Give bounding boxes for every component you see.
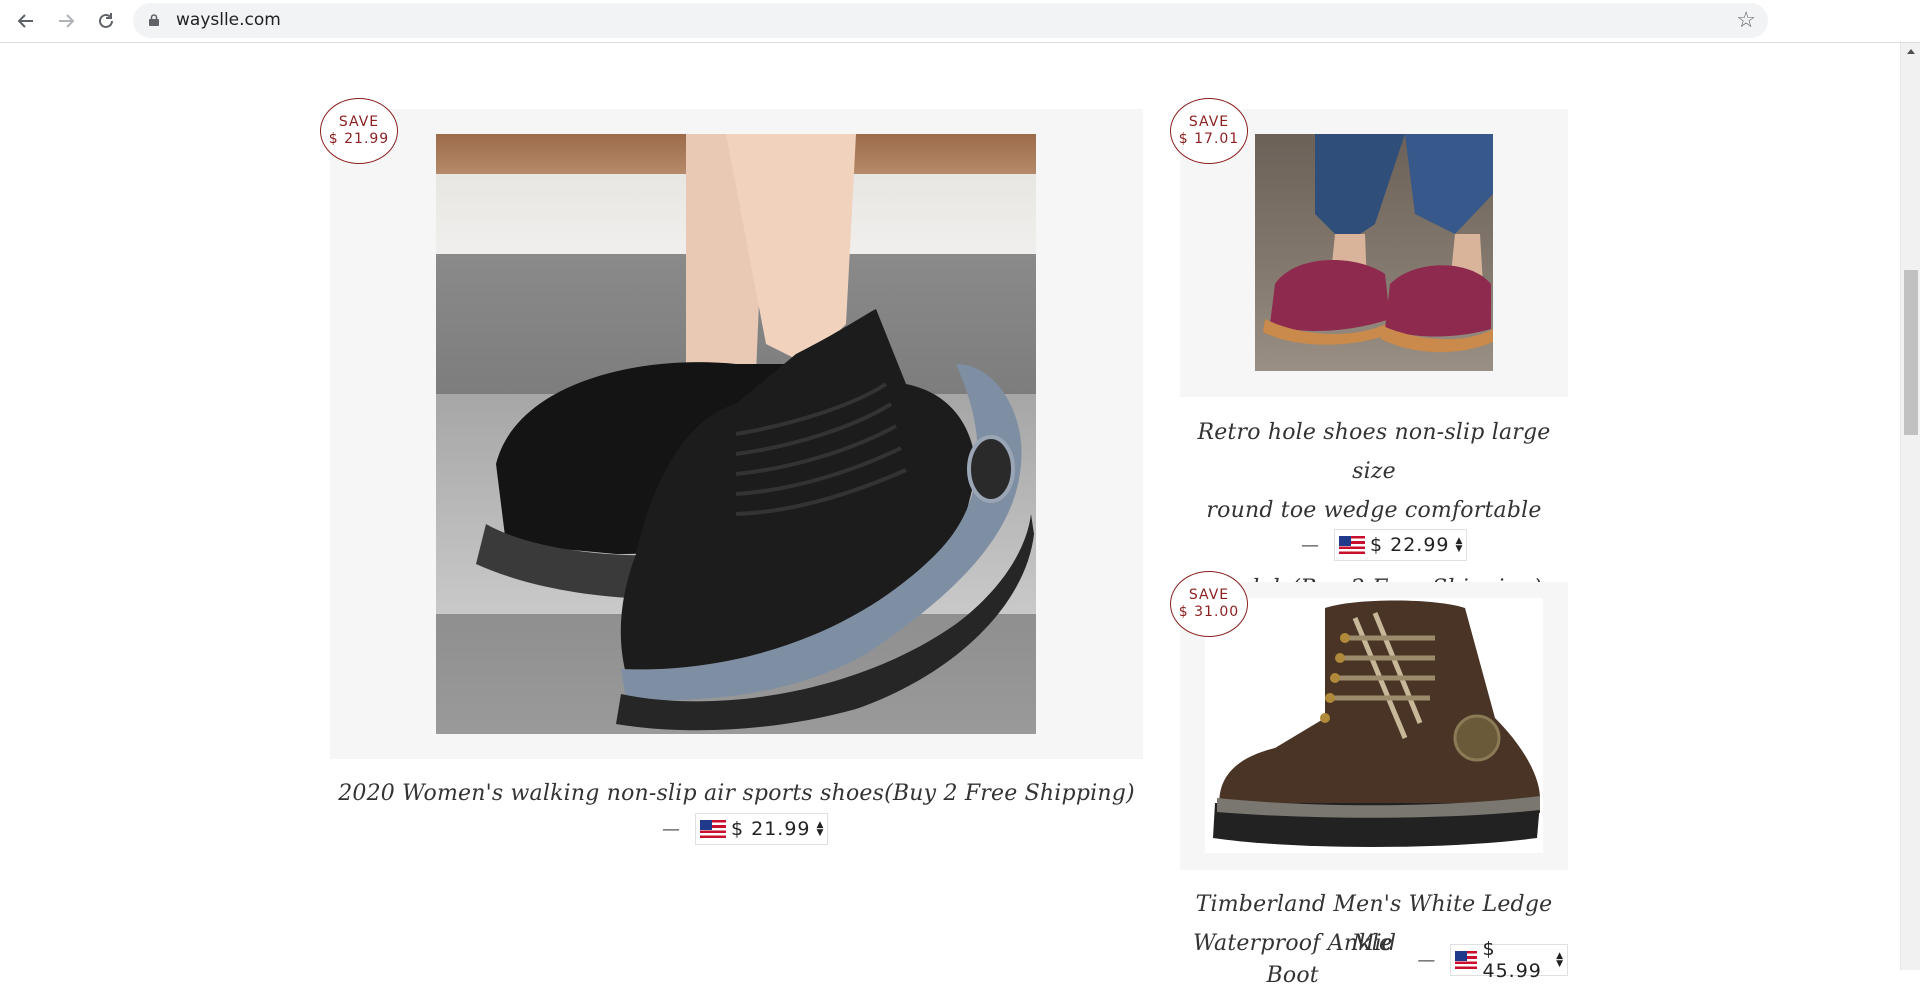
save-badge: SAVE $ 31.00: [1170, 571, 1248, 637]
save-badge-amount: $ 17.01: [1178, 131, 1240, 147]
currency-selector[interactable]: $ 22.99 ▲ ▼: [1334, 529, 1468, 561]
sort-arrows-icon: ▲ ▼: [1455, 536, 1463, 554]
reload-icon: [99, 13, 113, 28]
scroll-up-arrow-icon[interactable]: [1907, 49, 1915, 54]
price-dash: —: [1417, 949, 1436, 971]
sneaker-illustration: [476, 134, 1034, 731]
forward-button[interactable]: [53, 8, 79, 34]
us-flag-icon: [1339, 536, 1365, 554]
price-dash: —: [1301, 534, 1319, 556]
price-dash: —: [662, 818, 680, 840]
save-badge-label: SAVE: [338, 114, 380, 130]
save-badge-label: SAVE: [1188, 114, 1230, 130]
back-button[interactable]: [13, 8, 39, 34]
product-title[interactable]: 2020 Women's walking non-slip air sports…: [330, 774, 1143, 813]
product-title[interactable]: Retro hole shoes non-slip large size rou…: [1180, 413, 1568, 608]
us-flag-icon: [1455, 951, 1478, 969]
reload-button[interactable]: [93, 8, 119, 34]
currency-selector[interactable]: $ 21.99 ▲ ▼: [695, 813, 829, 845]
save-badge-amount: $ 31.00: [1178, 604, 1240, 620]
sort-arrows-icon: ▲ ▼: [1556, 951, 1563, 969]
price-row: — $ 22.99 ▲ ▼: [1301, 529, 1468, 561]
lock-icon: [149, 14, 159, 26]
save-badge: SAVE $ 17.01: [1170, 98, 1248, 164]
us-flag-icon: [700, 820, 726, 838]
browser-toolbar: wayslle.com ☆: [0, 0, 1920, 43]
address-bar[interactable]: wayslle.com ☆: [133, 3, 1768, 38]
price-row: Waterproof Ankle Boot — $ 45.99 ▲ ▼: [1180, 928, 1568, 992]
page-scrollbar[interactable]: [1900, 43, 1920, 970]
product-price: $ 21.99: [731, 818, 811, 840]
arrow-right-icon: [59, 14, 75, 28]
save-badge-label: SAVE: [1188, 587, 1230, 603]
product-price: $ 22.99: [1370, 534, 1450, 556]
scrollbar-thumb[interactable]: [1904, 270, 1918, 435]
sort-arrows-icon: ▲ ▼: [816, 820, 824, 838]
save-badge-amount: $ 21.99: [328, 131, 390, 147]
product-price: $ 45.99: [1482, 938, 1542, 982]
arrow-left-icon: [17, 14, 33, 28]
url-text: wayslle.com: [176, 10, 281, 30]
currency-selector[interactable]: $ 45.99 ▲ ▼: [1450, 938, 1568, 982]
sandals-illustration: [1263, 134, 1493, 353]
boot-illustration: [1213, 600, 1540, 847]
star-icon[interactable]: ☆: [1736, 9, 1756, 31]
product-title-line: Retro hole shoes non-slip large size: [1197, 420, 1551, 484]
product-image-boot[interactable]: [1205, 598, 1543, 853]
product-image-sneaker[interactable]: [436, 134, 1036, 734]
product-title-line[interactable]: Waterproof Ankle Boot: [1180, 928, 1405, 992]
price-row: — $ 21.99 ▲ ▼: [662, 813, 829, 845]
save-badge: SAVE $ 21.99: [320, 98, 398, 164]
product-image-sandals[interactable]: [1255, 134, 1493, 371]
